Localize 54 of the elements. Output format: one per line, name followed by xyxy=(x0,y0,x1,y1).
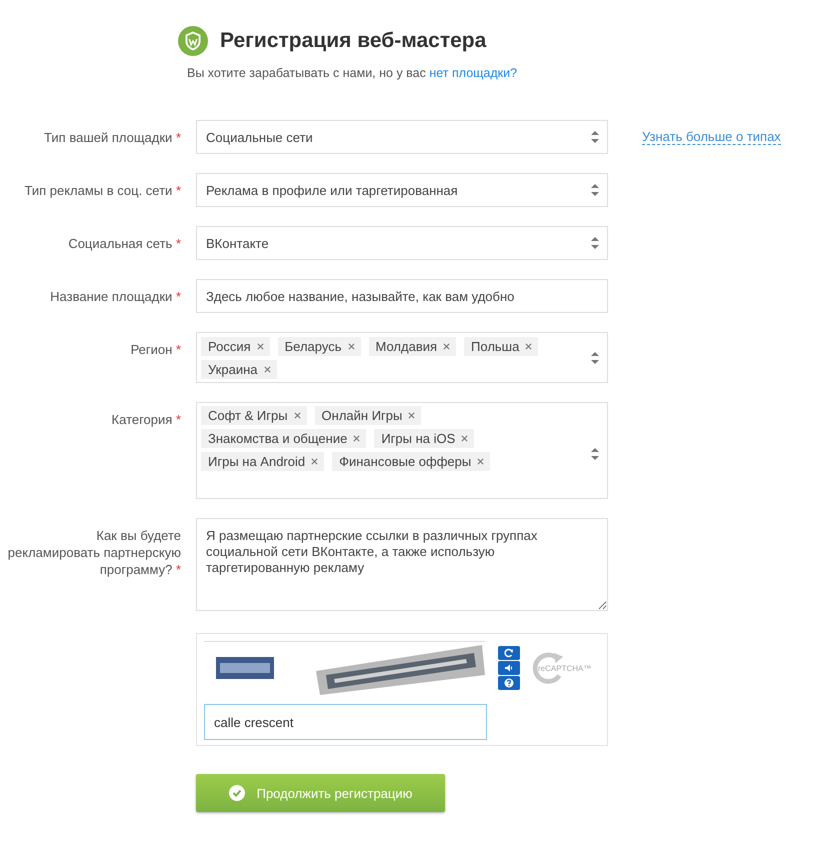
speaker-icon xyxy=(504,663,514,673)
shield-logo-icon xyxy=(178,26,208,56)
close-icon[interactable] xyxy=(477,458,484,465)
field-label: Категория * xyxy=(112,411,181,428)
help-button[interactable] xyxy=(498,676,520,690)
close-icon[interactable] xyxy=(408,412,416,419)
tag-chip[interactable]: Украина xyxy=(201,360,276,378)
check-icon xyxy=(228,785,245,801)
tag-chip[interactable]: Молдавия xyxy=(368,336,456,356)
tag-chip[interactable]: Игры на iOS xyxy=(374,429,474,448)
name-input[interactable]: Здесь любое название, называйте, как вам удобно xyxy=(196,279,608,313)
close-icon[interactable] xyxy=(525,342,532,350)
close-icon[interactable] xyxy=(294,412,301,419)
field-label: Тип вашей площадки * xyxy=(44,129,181,146)
page-title: Регистрация веб-мастера xyxy=(220,29,486,53)
tag-chip[interactable]: Беларусь xyxy=(278,336,360,356)
refresh-button[interactable] xyxy=(498,646,520,660)
tag-chip[interactable]: Онлайн Игры xyxy=(314,406,422,425)
field-label: Название площадки * xyxy=(50,288,181,305)
close-icon[interactable] xyxy=(311,458,318,465)
tag-chip[interactable]: Польша xyxy=(464,336,538,356)
up-down-arrow-icon xyxy=(591,352,599,364)
close-icon[interactable] xyxy=(461,435,468,442)
tag-chip[interactable]: Софт & Игры xyxy=(201,406,307,425)
field-label: Тип рекламы в соц. сети * xyxy=(24,182,181,199)
close-icon[interactable] xyxy=(348,342,354,350)
select-field[interactable]: Социальные сети xyxy=(196,120,608,154)
up-down-arrow-icon xyxy=(591,184,599,196)
tag-chip[interactable]: Россия xyxy=(201,336,270,356)
tag-chip[interactable]: Финансовые офферы xyxy=(332,452,490,471)
tag-chip[interactable]: Знакомства и общение xyxy=(201,429,366,448)
close-icon[interactable] xyxy=(264,366,270,372)
tag-select-field[interactable]: Софт & Игры Онлайн Игры Знакомства и общение Игры на iOS Игры на Android Финансовые офферы xyxy=(196,402,608,499)
field-label: Регион * xyxy=(130,341,181,358)
captcha-answer-field[interactable]: calle crescent xyxy=(204,704,487,740)
help-icon xyxy=(504,678,514,688)
up-down-arrow-icon xyxy=(591,131,599,143)
description-textarea[interactable]: Я размещаю партнерские ссылки в различных группах социальной сети ВКонтакте, а также использую таргетированную рекламу xyxy=(196,518,608,611)
tag-chip[interactable]: Игры на Android xyxy=(201,452,324,471)
up-down-arrow-icon xyxy=(591,237,599,249)
up-down-arrow-icon xyxy=(591,448,599,460)
subtitle-text: Вы хотите зарабатывать с нами, но у вас нет площадки? xyxy=(187,66,518,80)
close-icon[interactable] xyxy=(443,342,450,350)
close-icon[interactable] xyxy=(256,342,264,350)
audio-button[interactable] xyxy=(498,661,520,675)
refresh-icon xyxy=(504,648,514,658)
select-field[interactable]: Реклама в профиле или таргетированная xyxy=(196,173,608,207)
select-field[interactable]: ВКонтакте xyxy=(196,226,608,260)
field-label: Как вы будете рекламировать партнерскую программу? * xyxy=(6,527,181,578)
no-site-link[interactable]: нет площадки? xyxy=(429,66,518,80)
field-label: Социальная сеть * xyxy=(68,235,181,252)
recaptcha-logo-text: reCAPTCHA™ xyxy=(538,664,592,672)
tag-select-field[interactable]: Россия Беларусь Молдавия Польша Украина xyxy=(196,332,608,383)
close-icon[interactable] xyxy=(353,435,360,442)
